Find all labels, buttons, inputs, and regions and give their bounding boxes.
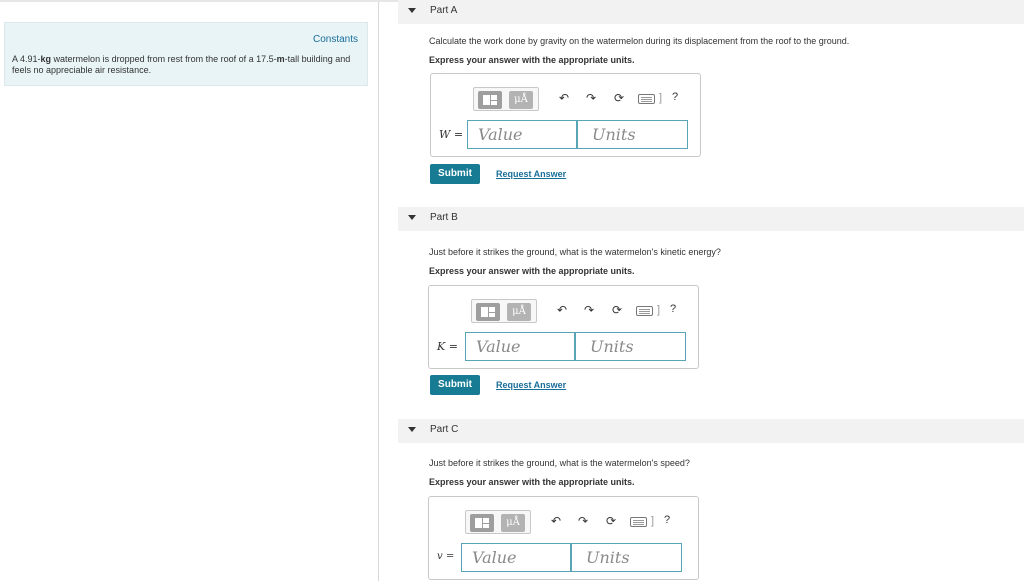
- templates-icon[interactable]: [470, 514, 494, 532]
- part-a-question: Calculate the work done by gravity on th…: [429, 36, 850, 46]
- tool-group: μÅ: [465, 510, 531, 534]
- part-c-value-input[interactable]: Value: [461, 543, 571, 572]
- keyboard-toggle[interactable]: ]: [651, 515, 654, 527]
- undo-icon[interactable]: ↶: [551, 514, 561, 528]
- redo-icon[interactable]: ↷: [586, 91, 596, 105]
- part-c-question: Just before it strikes the ground, what …: [429, 458, 690, 468]
- reset-icon[interactable]: ⟳: [606, 514, 616, 528]
- part-c-variable-label: v =: [437, 551, 454, 562]
- caret-down-icon: [408, 215, 416, 220]
- problem-text-start: A 4.91-: [12, 54, 41, 64]
- keyboard-icon[interactable]: [636, 306, 653, 316]
- units-icon[interactable]: μÅ: [501, 514, 525, 532]
- part-b-units-input[interactable]: Units: [575, 332, 686, 361]
- problem-panel: Constants A 4.91-kg watermelon is droppe…: [4, 22, 368, 86]
- templates-icon[interactable]: [476, 303, 500, 321]
- panel-divider: [378, 2, 379, 581]
- redo-icon[interactable]: ↷: [578, 514, 588, 528]
- part-b-title: Part B: [430, 212, 458, 223]
- variable-symbol: W: [439, 128, 451, 141]
- reset-icon[interactable]: ⟳: [612, 303, 622, 317]
- problem-text-middle: watermelon is dropped from rest from the…: [51, 54, 277, 64]
- part-a-answer-box: μÅ ↶ ↷ ⟳ ] ? W = Value Units: [430, 73, 701, 157]
- part-a-submit-button[interactable]: Submit: [430, 164, 480, 184]
- part-b-value-input[interactable]: Value: [465, 332, 575, 361]
- part-c-header[interactable]: Part C: [398, 419, 1024, 443]
- units-icon[interactable]: μÅ: [507, 303, 531, 321]
- tool-group: μÅ: [471, 299, 537, 323]
- variable-symbol: K: [437, 340, 446, 353]
- part-a-units-input[interactable]: Units: [577, 120, 688, 149]
- part-b-instruction: Express your answer with the appropriate…: [429, 266, 635, 276]
- templates-icon[interactable]: [478, 91, 502, 109]
- keyboard-toggle[interactable]: ]: [657, 304, 660, 316]
- help-icon[interactable]: ?: [664, 514, 670, 526]
- part-a-variable-label: W =: [439, 128, 463, 141]
- part-b-question: Just before it strikes the ground, what …: [429, 247, 721, 257]
- unit-m: m: [276, 54, 285, 64]
- part-a-instruction: Express your answer with the appropriate…: [429, 55, 635, 65]
- part-b-header[interactable]: Part B: [398, 207, 1024, 231]
- part-c-instruction: Express your answer with the appropriate…: [429, 477, 635, 487]
- part-c-toolbar: μÅ ↶ ↷ ⟳ ] ?: [465, 510, 685, 534]
- problem-statement: A 4.91-kg watermelon is dropped from res…: [12, 54, 352, 76]
- part-a-header[interactable]: Part A: [398, 0, 1024, 24]
- part-c-answer-box: μÅ ↶ ↷ ⟳ ] ? v = Value Units: [428, 496, 699, 580]
- equals-sign: =: [445, 551, 455, 562]
- part-c-title: Part C: [430, 424, 459, 435]
- part-a-title: Part A: [430, 5, 458, 16]
- constants-link[interactable]: Constants: [313, 34, 358, 45]
- part-b-variable-label: K =: [437, 340, 458, 353]
- units-icon[interactable]: μÅ: [509, 91, 533, 109]
- help-icon[interactable]: ?: [672, 91, 678, 103]
- keyboard-icon[interactable]: [638, 94, 655, 104]
- part-a-value-input[interactable]: Value: [467, 120, 577, 149]
- keyboard-icon[interactable]: [630, 517, 647, 527]
- equals-sign: =: [453, 128, 464, 141]
- undo-icon[interactable]: ↶: [559, 91, 569, 105]
- part-b-toolbar: μÅ ↶ ↷ ⟳ ] ?: [471, 299, 691, 323]
- tool-group: μÅ: [473, 87, 539, 111]
- keyboard-toggle[interactable]: ]: [659, 92, 662, 104]
- caret-down-icon: [408, 8, 416, 13]
- part-b-answer-box: μÅ ↶ ↷ ⟳ ] ? K = Value Units: [428, 285, 699, 369]
- part-c-units-input[interactable]: Units: [571, 543, 682, 572]
- equals-sign: =: [448, 340, 458, 353]
- variable-symbol: v: [437, 551, 443, 562]
- part-b-request-answer-link[interactable]: Request Answer: [496, 380, 566, 390]
- part-a-request-answer-link[interactable]: Request Answer: [496, 169, 566, 179]
- undo-icon[interactable]: ↶: [557, 303, 567, 317]
- help-icon[interactable]: ?: [670, 303, 676, 315]
- part-a-toolbar: μÅ ↶ ↷ ⟳ ] ?: [473, 87, 693, 111]
- redo-icon[interactable]: ↷: [584, 303, 594, 317]
- reset-icon[interactable]: ⟳: [614, 91, 624, 105]
- caret-down-icon: [408, 427, 416, 432]
- unit-kg: kg: [40, 54, 52, 64]
- part-b-submit-button[interactable]: Submit: [430, 375, 480, 395]
